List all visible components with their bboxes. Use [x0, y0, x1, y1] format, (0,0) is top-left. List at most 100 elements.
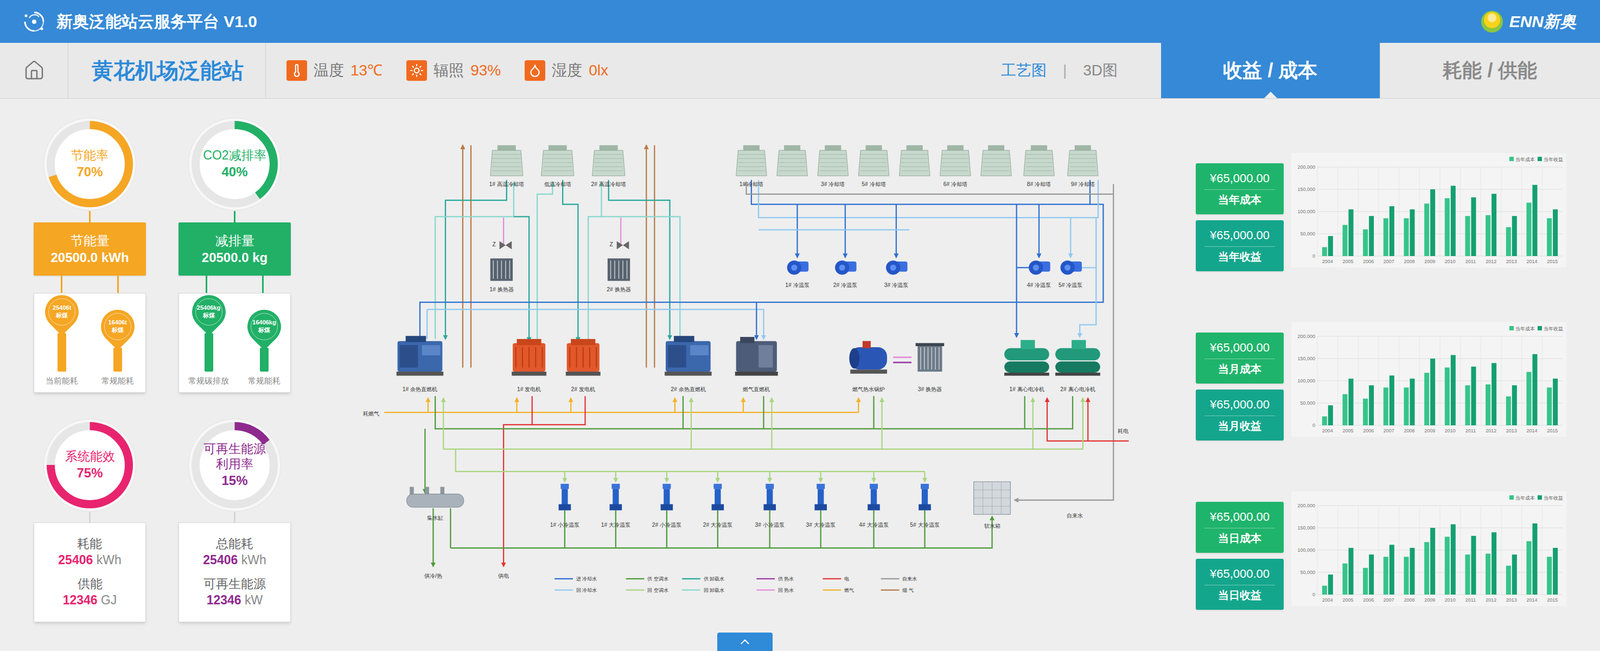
svg-text:回 热水: 回 热水: [777, 587, 794, 594]
finance-amount: ¥65,000.00: [1209, 340, 1270, 356]
pump: 5# 大冷温泵: [909, 483, 940, 528]
view-link[interactable]: 工艺图: [1001, 59, 1047, 82]
stat-label: 可再生能源: [203, 576, 266, 593]
pin-card: 25406kg标煤常规碳排放16406kg标煤常规能耗: [178, 292, 291, 393]
pipe: [461, 145, 463, 368]
pipe: [681, 396, 684, 429]
view-link[interactable]: 3D图: [1082, 59, 1118, 82]
bar-chart: 当年成本当年收益200,000150,000100,00050,00002004…: [1291, 322, 1567, 437]
chart-bar: [1532, 185, 1538, 257]
chart-bar: [1526, 541, 1532, 595]
pump-label: 1# 小冷温泵: [549, 521, 579, 528]
ring-gauge: [42, 418, 137, 513]
generator-icon: [565, 339, 601, 376]
equipment-label: 3# 换热器: [917, 386, 942, 393]
cooling-tower: 低温冷却塔: [540, 145, 574, 188]
stat-unit: kW: [244, 593, 263, 608]
finance-card[interactable]: ¥65,000.00当日成本: [1195, 501, 1284, 553]
pump: 3# 小冷温泵: [754, 483, 784, 528]
chart-bar: [1485, 553, 1491, 595]
weather-item: 湿度0lx: [524, 59, 609, 82]
finance-card[interactable]: ¥65,000.00当年收益: [1195, 220, 1284, 272]
exchanger-label: 1# 换热器: [489, 286, 514, 293]
platform-title: 新奥泛能站云服务平台 V1.0: [56, 9, 258, 34]
main-tab[interactable]: 耗能 / 供能: [1379, 42, 1600, 99]
cooling-tower: 8# 冷却塔: [1023, 145, 1054, 188]
pipe: [923, 510, 926, 549]
cooling-tower: 3# 冷却塔: [817, 145, 849, 188]
weather-icon: [527, 63, 543, 78]
svg-text:回 冷却水: 回 冷却水: [575, 587, 597, 594]
pipe: [872, 510, 875, 549]
pipe: [1016, 266, 1031, 269]
svg-text:50,000: 50,000: [1299, 231, 1316, 237]
chart-bar: [1362, 398, 1368, 426]
stats-card: 耗能25406 kWh供能12346 GJ: [33, 522, 146, 623]
pin-card: 25406t标煤当前能耗16406t标煤常规能耗: [33, 292, 146, 393]
pipe: [1079, 217, 1096, 337]
collapse-button[interactable]: [717, 632, 773, 651]
equipment: 1# 余热直燃机: [396, 335, 443, 393]
pin-head: 25406kg标煤: [192, 295, 226, 329]
equipment: 2# 余热直燃机: [664, 335, 712, 393]
content: 节能率70%节能量20500.0 kWh25406t标煤当前能耗16406t标煤…: [0, 98, 1600, 651]
cooling-tower: [980, 145, 1011, 176]
pump-label: 4# 冷温泵: [1026, 282, 1051, 289]
sub-header: 黄花机场泛能站温度13℃辐照93%湿度0lx工艺图|3D图收益 / 成本耗能 /…: [0, 42, 1600, 99]
pipe: [419, 204, 1103, 340]
svg-text:回 卸载水: 回 卸载水: [703, 587, 725, 594]
home-button[interactable]: [0, 42, 69, 99]
finance-amount: ¥65,000.00: [1209, 397, 1270, 413]
svg-text:当年成本: 当年成本: [1515, 156, 1535, 163]
svg-text:200,000: 200,000: [1297, 502, 1316, 509]
legend-item: 供 卸载水: [681, 575, 725, 582]
chart-legend-item: 当年收益: [1537, 495, 1564, 501]
finance-card[interactable]: ¥65,000.00当月收益: [1195, 389, 1284, 441]
chart-y-tick: 100,000: [1297, 547, 1563, 553]
chart-legend-item: 当年成本: [1509, 156, 1535, 163]
chart-x-label: 2005: [1342, 428, 1354, 434]
finance-card[interactable]: ¥65,000.00当日收益: [1195, 558, 1284, 610]
legend-item: 回 卸载水: [681, 587, 725, 594]
pump-label: 3# 冷温泵: [883, 282, 908, 289]
chart-bar: [1348, 547, 1354, 595]
pin-stem: [259, 347, 269, 372]
equipment-label: 燃气直燃机: [742, 386, 770, 393]
pump: 4# 大冷温泵: [858, 483, 889, 528]
pipe: [469, 145, 471, 368]
pipe: [442, 398, 444, 450]
svg-text:当年成本: 当年成本: [1515, 495, 1535, 501]
finance-card[interactable]: ¥65,000.00当月成本: [1195, 332, 1284, 384]
pin-unit: 标煤: [258, 326, 271, 334]
weather-icon: [289, 63, 304, 78]
chart-bar: [1532, 523, 1538, 595]
chart-x-label: 2007: [1383, 597, 1395, 603]
home-icon: [23, 59, 46, 82]
main-tab[interactable]: 收益 / 成本: [1161, 42, 1380, 99]
chart-x-label: 2005: [1342, 597, 1354, 603]
tower-label: 低温冷却塔: [543, 181, 571, 188]
stat-value: 25406: [202, 552, 238, 567]
diagram-panel: 1# 高温冷却塔低温冷却塔2# 高温冷却塔1# 冷却塔3# 冷却塔5# 冷却塔6…: [303, 98, 1189, 651]
chart-bar: [1389, 206, 1395, 257]
kpi-ring: CO2减排率40%: [187, 117, 282, 212]
pin-stem: [57, 333, 67, 372]
pipe: [653, 145, 655, 368]
centrifugal-chiller-icon: [1055, 340, 1101, 376]
pipe: [426, 309, 764, 340]
pump-label: 2# 小冷温泵: [651, 521, 681, 528]
pipe: [690, 398, 692, 450]
chart-x-label: 2014: [1526, 258, 1538, 265]
pin-head: 16406t标煤: [100, 309, 135, 344]
pump-label: 4# 大冷温泵: [858, 521, 889, 528]
chart-x-label: 2008: [1403, 428, 1415, 434]
chart-bar: [1512, 385, 1517, 426]
chart-bar: [1465, 554, 1471, 595]
stat-unit: kWh: [96, 552, 122, 567]
pin-column: 25406kg标煤常规碳排放: [188, 295, 229, 388]
tower-label: 8# 冷却塔: [1026, 181, 1051, 188]
pipe: [768, 510, 770, 549]
cooling-tower: 1# 冷却塔: [735, 145, 767, 188]
finance-card[interactable]: ¥65,000.00当年成本: [1195, 163, 1284, 215]
chart-bar: [1485, 384, 1491, 426]
